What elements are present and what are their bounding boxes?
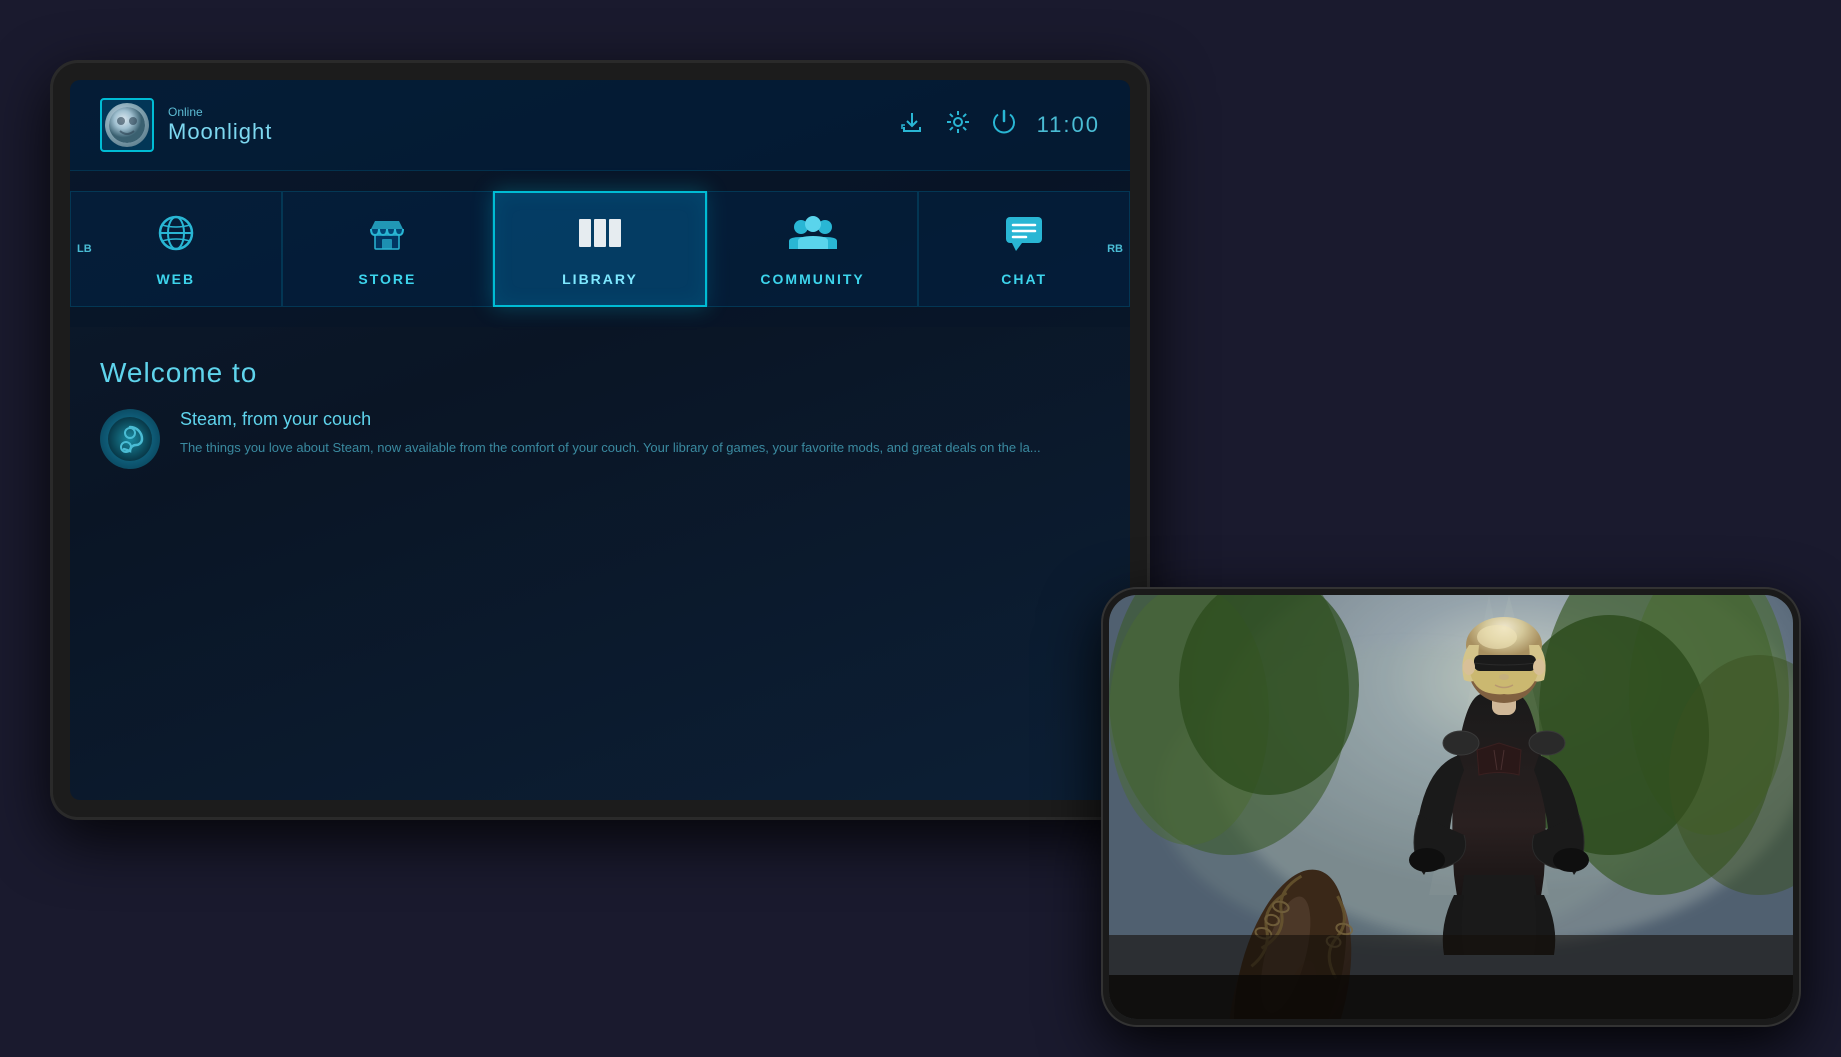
- avatar: [105, 103, 149, 147]
- power-icon[interactable]: [991, 109, 1017, 141]
- nav-tile-chat[interactable]: RB CHAT: [918, 191, 1130, 307]
- steam-title: Steam, from your couch: [180, 409, 1100, 430]
- community-icon: [787, 211, 839, 261]
- steam-text-area: Steam, from your couch The things you lo…: [180, 409, 1100, 459]
- library-icon: [575, 211, 625, 261]
- phone-screen: [1109, 595, 1793, 1019]
- nav-tile-store[interactable]: STORE: [282, 191, 494, 307]
- lb-label: LB: [77, 243, 92, 255]
- tablet-header: Online Moonlight: [70, 80, 1130, 171]
- steam-logo-area: Steam, from your couch The things you lo…: [100, 409, 1100, 469]
- nav-tile-community[interactable]: COMMUNITY: [707, 191, 919, 307]
- clock: 11:00: [1037, 112, 1100, 138]
- chat-label: CHAT: [1001, 271, 1047, 287]
- nav-bar: LB WEB: [70, 171, 1130, 327]
- welcome-text: Welcome to: [100, 357, 1100, 389]
- chat-icon: [1002, 211, 1046, 261]
- steam-logo: [100, 409, 160, 469]
- user-status: Online: [168, 105, 272, 119]
- header-right: 11:00: [899, 109, 1100, 141]
- settings-icon[interactable]: [945, 109, 971, 141]
- user-info: Online Moonlight: [100, 98, 272, 152]
- tablet-screen: Online Moonlight: [70, 80, 1130, 800]
- game-image: [1109, 595, 1793, 1019]
- tablet-device: Online Moonlight: [50, 60, 1150, 820]
- steam-desc: The things you love about Steam, now ava…: [180, 438, 1100, 459]
- avatar-container: [100, 98, 154, 152]
- rb-label: RB: [1107, 243, 1123, 255]
- web-icon: [154, 211, 198, 261]
- nav-tile-library[interactable]: LIBRARY: [493, 191, 707, 307]
- community-label: COMMUNITY: [760, 271, 864, 287]
- download-icon[interactable]: [899, 109, 925, 141]
- user-text-area: Online Moonlight: [168, 105, 272, 145]
- store-icon: [365, 211, 409, 261]
- library-label: LIBRARY: [562, 271, 638, 287]
- store-label: STORE: [358, 271, 416, 287]
- nav-tile-web[interactable]: LB WEB: [70, 191, 282, 307]
- content-area: Welcome to: [70, 327, 1130, 499]
- phone-device: [1101, 587, 1801, 1027]
- scene: Online Moonlight: [0, 0, 1841, 1057]
- web-label: WEB: [156, 271, 195, 287]
- username: Moonlight: [168, 119, 272, 145]
